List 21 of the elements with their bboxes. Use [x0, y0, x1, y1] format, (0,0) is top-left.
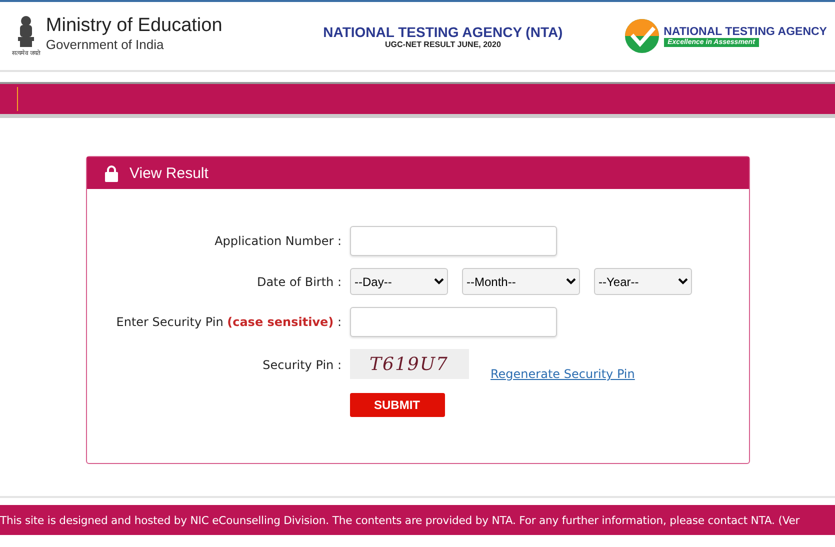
security-pin-image: T619U7 — [350, 349, 468, 379]
field-label: Enter Security Pin (case sensitive) : — [115, 315, 342, 329]
logo-title: NATIONAL TESTING AGENCY — [664, 26, 827, 38]
footer-text: This site is designed and hosted by NIC eCounselling Division. The contents are provided by NTA. For any further information, please contact NTA. (Ver — [0, 514, 800, 526]
input-field[interactable] — [350, 226, 556, 256]
dropdown[interactable]: --Month-- — [462, 268, 580, 295]
agency-title: NATIONAL TESTING AGENCY (NTA) — [323, 24, 563, 40]
result-subtitle: UGC-NET RESULT JUNE, 2020 — [385, 40, 501, 48]
field-label: Date of Birth : — [256, 274, 342, 288]
dropdown[interactable]: --Day-- — [350, 268, 448, 295]
input-field[interactable] — [350, 307, 556, 337]
checkmark-logo-icon — [624, 18, 660, 54]
lock-icon — [104, 164, 118, 182]
field-label: Security Pin : — [262, 358, 342, 372]
field-label: Application Number : — [214, 234, 342, 248]
card-title: View Result — [130, 164, 208, 182]
regenerate-link[interactable]: Regenerate Security Pin — [490, 367, 635, 381]
dropdown[interactable]: --Year-- — [594, 268, 692, 295]
ministry-subtitle: Government of India — [46, 37, 165, 52]
ministry-title: Ministry of Education — [46, 15, 222, 37]
submit-button[interactable]: SUBMIT — [350, 393, 444, 417]
